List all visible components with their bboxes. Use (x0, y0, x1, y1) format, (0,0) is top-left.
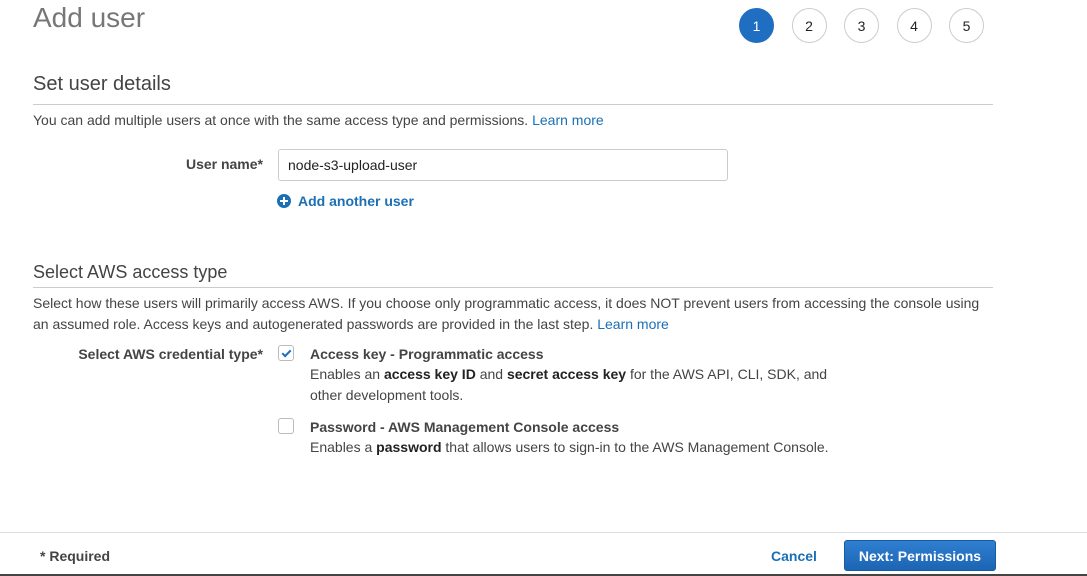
access-key-option-description: Enables an access key ID and secret acce… (310, 364, 840, 406)
access-type-heading: Select AWS access type (33, 262, 228, 282)
divider (33, 104, 993, 105)
user-details-description: You can add multiple users at once with … (33, 110, 993, 131)
step-1[interactable]: 1 (739, 8, 774, 43)
plus-circle-icon (277, 194, 291, 208)
desc-bold: access key ID (383, 366, 476, 382)
divider (33, 287, 993, 288)
cancel-button[interactable]: Cancel (771, 548, 817, 564)
credential-type-label: Select AWS credential type* (78, 346, 263, 362)
desc-text: Enables an (310, 366, 384, 382)
password-option-title: Password - AWS Management Console access (310, 419, 620, 435)
user-details-text: You can add multiple users at once with … (33, 112, 529, 128)
add-another-user-label: Add another user (298, 193, 414, 209)
password-option-description: Enables a password that allows users to … (310, 437, 870, 458)
learn-more-link[interactable]: Learn more (597, 316, 669, 332)
next-permissions-button[interactable]: Next: Permissions (844, 540, 996, 571)
username-label: User name* (185, 156, 263, 172)
desc-bold: secret access key (506, 366, 627, 382)
add-another-user-button[interactable]: Add another user (277, 193, 414, 209)
step-indicator: 1 2 3 4 5 (739, 8, 984, 43)
access-key-checkbox[interactable] (278, 345, 294, 361)
add-user-page: Add user 1 2 3 4 5 Set user details You … (0, 0, 1087, 576)
footer-divider (0, 532, 1087, 533)
access-type-description: Select how these users will primarily ac… (33, 293, 993, 335)
access-key-option-title: Access key - Programmatic access (310, 346, 544, 362)
desc-text: and (475, 366, 507, 382)
user-details-heading: Set user details (33, 73, 171, 95)
step-3[interactable]: 3 (844, 8, 879, 43)
page-title: Add user (33, 2, 146, 33)
step-2[interactable]: 2 (791, 8, 827, 43)
step-4[interactable]: 4 (896, 8, 932, 43)
desc-bold: password (376, 439, 442, 455)
password-checkbox[interactable] (278, 418, 294, 434)
username-input[interactable] (278, 149, 728, 181)
learn-more-link[interactable]: Learn more (532, 112, 604, 128)
step-5[interactable]: 5 (949, 8, 984, 43)
desc-text: that allows users to sign-in to the AWS … (441, 439, 829, 455)
desc-text: Enables a (310, 439, 377, 455)
access-type-text: Select how these users will primarily ac… (33, 295, 980, 332)
required-note: * Required (40, 548, 111, 564)
checkmark-icon (281, 347, 291, 357)
